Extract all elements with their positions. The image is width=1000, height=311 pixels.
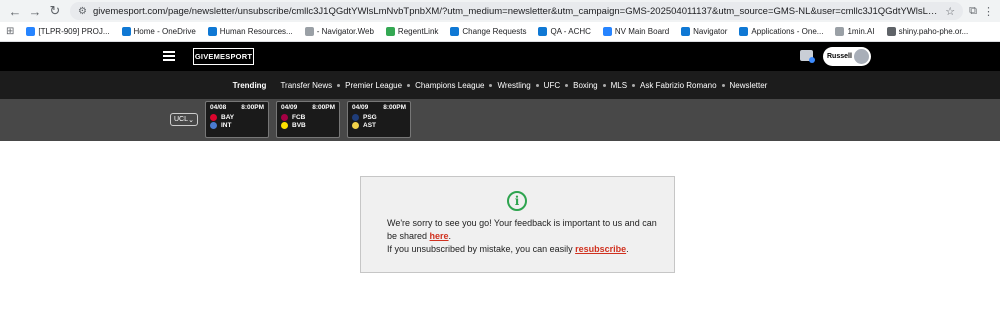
resubscribe-link[interactable]: resubscribe (575, 244, 626, 254)
address-bar[interactable]: ⚙ givemesport.com/page/newsletter/unsubs… (70, 2, 964, 20)
notification-dot (809, 57, 815, 63)
bookmark-item[interactable]: QA - ACHC (538, 27, 591, 36)
match-time: 8:00PM (312, 104, 335, 111)
bookmark-item[interactable]: shiny.paho-phe.or... (886, 27, 968, 36)
separator-dot (407, 83, 411, 87)
match-time: 8:00PM (241, 104, 264, 111)
site-header: GIVEMESPORT Russell (0, 42, 1000, 71)
bookmark-favicon (739, 27, 749, 36)
user-menu-button[interactable]: Russell (823, 47, 871, 66)
trending-link[interactable]: MLS (611, 81, 627, 90)
bookmark-item[interactable]: Human Resources... (207, 27, 293, 36)
bookmark-favicon (886, 27, 896, 36)
hamburger-menu-icon[interactable] (163, 51, 175, 61)
trending-link[interactable]: Champions League (415, 81, 484, 90)
separator-dot (337, 83, 341, 87)
team-code: INT (221, 122, 232, 129)
team-crest-icon (210, 122, 217, 129)
back-icon[interactable]: ← (6, 2, 24, 20)
bookmark-item[interactable]: Change Requests (450, 27, 526, 36)
team-crest-icon (210, 114, 217, 121)
bookmark-favicon (835, 27, 845, 36)
bookmark-item[interactable]: RegentLink (385, 27, 438, 36)
site-settings-icon[interactable]: ⚙ (78, 6, 87, 17)
bookmark-item[interactable]: 1min.AI (835, 27, 875, 36)
match-card[interactable]: 04/09 8:00PM PSG AST (347, 101, 411, 138)
trending-link[interactable]: Boxing (573, 81, 597, 90)
match-date: 04/08 (210, 104, 227, 111)
league-select[interactable]: UCL ⌄ (170, 113, 198, 126)
team-crest-icon (352, 114, 359, 121)
trending-nav: Trending Transfer News Premier League Ch… (0, 71, 1000, 99)
bookmark-star-icon[interactable]: ☆ (945, 5, 955, 18)
scores-bar: UCL ⌄ 04/08 8:00PM BAY INT 04/09 8:00PM FC… (0, 99, 1000, 141)
team-code: BAY (221, 114, 235, 121)
team-crest-icon (352, 122, 359, 129)
separator-dot (535, 83, 539, 87)
feedback-link[interactable]: here (430, 231, 449, 241)
site-logo[interactable]: GIVEMESPORT (193, 48, 254, 65)
match-date: 04/09 (281, 104, 298, 111)
bookmark-favicon (602, 27, 612, 36)
trending-link[interactable]: Transfer News (280, 81, 332, 90)
bookmark-favicon (385, 27, 395, 36)
match-card[interactable]: 04/09 8:00PM FCB BVB (276, 101, 340, 138)
trending-link[interactable]: Premier League (345, 81, 402, 90)
unsubscribe-card: i We're sorry to see you go! Your feedba… (360, 176, 675, 273)
message-punct: . (448, 231, 452, 241)
bookmark-favicon (304, 27, 314, 36)
match-card[interactable]: 04/08 8:00PM BAY INT (205, 101, 269, 138)
extensions-icon[interactable]: ⧉ (969, 5, 977, 18)
team-crest-icon (281, 114, 288, 121)
message-text: If you unsubscribed by mistake, you can … (387, 244, 576, 254)
bookmark-item[interactable]: [TLPR-909] PROJ... (26, 27, 110, 36)
unsubscribe-message: We're sorry to see you go! Your feedback… (387, 217, 657, 256)
separator-dot (632, 83, 636, 87)
trending-link[interactable]: Newsletter (730, 81, 768, 90)
bookmark-item[interactable]: Applications - One... (739, 27, 823, 36)
team-code: FCB (292, 114, 306, 121)
separator-dot (721, 83, 725, 87)
bookmark-item[interactable]: Home - OneDrive (121, 27, 196, 36)
main-content: i We're sorry to see you go! Your feedba… (0, 141, 1000, 311)
match-date: 04/09 (352, 104, 369, 111)
trending-link[interactable]: Ask Fabrizio Romano (640, 81, 716, 90)
reload-icon[interactable]: ↻ (46, 2, 64, 20)
bookmark-favicon (538, 27, 548, 36)
bookmark-item[interactable]: NV Main Board (602, 27, 669, 36)
menu-icon[interactable]: ⋮ (983, 5, 994, 18)
message-text: We're sorry to see you go! Your feedback… (387, 218, 657, 241)
team-code: PSG (363, 114, 377, 121)
bookmark-favicon (121, 27, 131, 36)
browser-toolbar: ← → ↻ ⚙ givemesport.com/page/newsletter/… (0, 0, 1000, 22)
url-text[interactable]: givemesport.com/page/newsletter/unsubscr… (93, 6, 939, 17)
apps-icon[interactable]: ⊞ (6, 26, 14, 37)
team-code: AST (363, 122, 376, 129)
bookmark-favicon (450, 27, 460, 36)
separator-dot (565, 83, 569, 87)
team-crest-icon (281, 122, 288, 129)
separator-dot (602, 83, 606, 87)
team-code: BVB (292, 122, 306, 129)
bookmark-favicon (681, 27, 691, 36)
bookmark-favicon (26, 27, 36, 36)
trending-link[interactable]: UFC (544, 81, 560, 90)
match-time: 8:00PM (383, 104, 406, 111)
forward-icon[interactable]: → (26, 2, 44, 20)
bookmark-item[interactable]: Navigator (681, 27, 727, 36)
separator-dot (489, 83, 493, 87)
chevron-down-icon: ⌄ (188, 116, 194, 124)
trending-link[interactable]: Wrestling (497, 81, 530, 90)
bookmark-favicon (207, 27, 217, 36)
user-name: Russell (827, 53, 852, 60)
bookmarks-bar: ⊞ [TLPR-909] PROJ... Home - OneDrive Hum… (0, 22, 1000, 42)
avatar (854, 49, 869, 64)
info-icon: i (507, 191, 527, 211)
bookmark-item[interactable]: - Navigator.Web (304, 27, 374, 36)
trending-label: Trending (232, 80, 267, 90)
message-punct: . (626, 244, 629, 254)
